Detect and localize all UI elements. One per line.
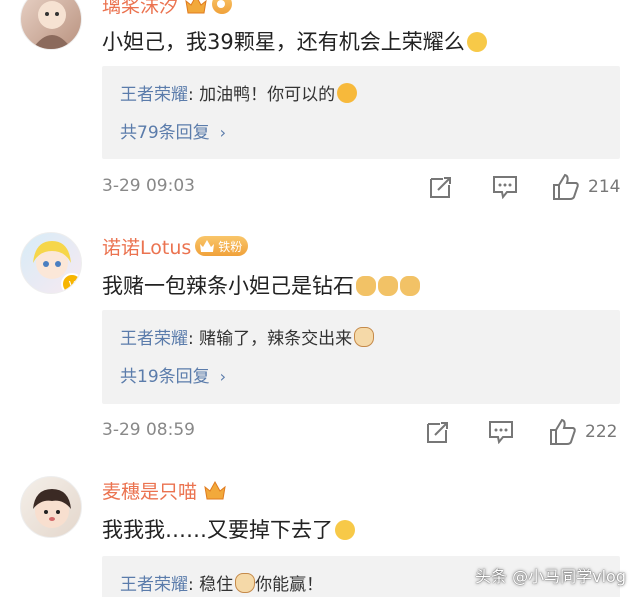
smile-emoji-icon	[335, 520, 355, 540]
comment-text: 小妲己，我39颗星，还有机会上荣耀么	[102, 26, 487, 56]
crown-badge-icon	[184, 0, 208, 15]
comment-time: 3-29 08:59	[102, 420, 195, 440]
crown-badge-icon	[203, 479, 227, 501]
reply-box[interactable]: 王者荣耀: 加油鸭！你可以的 共79条回复 ›	[102, 66, 620, 159]
thumbs-up-icon	[553, 173, 579, 200]
username[interactable]: 璃桨沫汐	[102, 0, 178, 18]
reply-author[interactable]: 王者荣耀	[120, 329, 188, 349]
fan-badge	[212, 0, 233, 14]
chevron-right-icon: ›	[219, 367, 227, 386]
comment-button[interactable]	[488, 420, 514, 444]
view-replies-link[interactable]: 共79条回复 ›	[120, 118, 226, 143]
shocked-emoji-icon	[337, 83, 358, 103]
dog-emoji-icon	[378, 276, 398, 296]
avatar[interactable]	[20, 0, 82, 50]
verified-badge-icon: v	[61, 273, 81, 293]
dog-emoji-icon	[400, 276, 420, 296]
reply-preview: 王者荣耀: 稳住 你能赢！	[120, 573, 324, 595]
comment-button[interactable]	[492, 175, 518, 199]
fan-badge: 铁粉	[195, 236, 249, 256]
username[interactable]: 麦穗是只喵	[102, 477, 197, 504]
repost-button[interactable]	[425, 419, 451, 445]
like-count: 222	[585, 422, 618, 442]
watermark: 头条 @小马同学vlog	[475, 567, 626, 586]
comment-icon	[493, 176, 517, 199]
laugh-cry-emoji-icon	[466, 32, 487, 52]
avatar[interactable]	[20, 476, 82, 538]
dog-emoji-icon	[356, 276, 376, 296]
reply-box[interactable]: 王者荣耀: 赌输了，辣条交出来 共19条回复 ›	[102, 310, 620, 404]
comment-icon	[489, 421, 513, 444]
comment-text: 我赌一包辣条小妲己是钻石	[102, 270, 420, 300]
reply-author[interactable]: 王者荣耀	[120, 575, 188, 595]
thumbs-up-icon	[550, 418, 576, 445]
username[interactable]: 诺诺Lotus	[102, 233, 191, 260]
reply-author[interactable]: 王者荣耀	[120, 85, 188, 105]
crown-badge-icon	[200, 240, 215, 252]
comment-item: 璃桨沫汐 小妲己，我39颗星，还有机会上荣耀么 王者荣耀: 加油鸭！你可以的 共…	[0, 0, 640, 215]
like-count: 214	[588, 177, 621, 197]
chevron-right-icon: ›	[219, 123, 227, 142]
comment-text: 我我我……又要掉下去了	[102, 514, 355, 544]
like-button[interactable]: 214	[552, 173, 620, 201]
avatar[interactable]: v	[20, 232, 82, 294]
repost-icon	[427, 422, 448, 443]
view-replies-link[interactable]: 共19条回复 ›	[120, 362, 226, 387]
cat-emoji-icon	[354, 327, 375, 347]
repost-icon	[430, 177, 451, 198]
repost-button[interactable]	[428, 174, 454, 200]
reply-preview: 王者荣耀: 赌输了，辣条交出来	[120, 324, 375, 349]
comment-time: 3-29 09:03	[102, 176, 195, 196]
cat-emoji-icon	[235, 573, 256, 593]
comment-item: v 诺诺Lotus 铁粉 我赌一包辣条小妲己是钻石 王者荣耀: 赌输了，辣条交出…	[0, 222, 640, 452]
reply-preview: 王者荣耀: 加油鸭！你可以的	[120, 80, 358, 105]
like-button[interactable]: 222	[549, 418, 617, 446]
